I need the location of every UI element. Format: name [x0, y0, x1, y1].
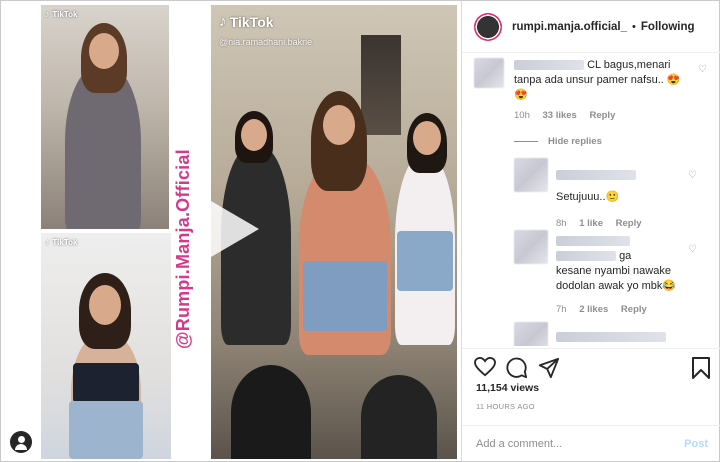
tiktok-note-icon: ♪: [45, 9, 50, 19]
view-count[interactable]: 11,154 views: [476, 382, 539, 394]
comment-meta: 10h 33 likes Reply: [514, 110, 625, 121]
reply-name-blurred[interactable]: [556, 331, 666, 342]
commenter-avatar[interactable]: [474, 58, 504, 88]
like-comment-heart-icon[interactable]: ♡: [698, 64, 707, 75]
reply-reply-button[interactable]: Reply: [616, 218, 642, 229]
comment-text-line2: tanpa ada unsur pamer nafsu.. 😍: [514, 74, 681, 86]
reply-name-blurred[interactable]: [556, 170, 636, 180]
play-icon[interactable]: [211, 201, 259, 257]
dancer-right-shorts: [397, 231, 453, 291]
photo-bottom-left: ♪ TikTok: [41, 233, 171, 459]
watermark-text: @Rumpi.Manja.Official: [173, 149, 193, 349]
reply-text-line3: dodolan awak yo mbk😂: [556, 280, 677, 292]
heart-icon[interactable]: [474, 357, 496, 377]
comment-likes[interactable]: 33 likes: [543, 110, 577, 121]
post-timestamp: 11 HOURS AGO: [476, 402, 535, 411]
commenter-name-blurred[interactable]: [514, 60, 584, 71]
dancer-left-face: [241, 119, 267, 151]
divider: [514, 141, 538, 142]
tiktok-badge: ♪ TikTok: [45, 9, 78, 19]
reply-text-line1: ga: [619, 250, 632, 262]
header-separator: •: [632, 20, 636, 33]
reply-time: 8h: [556, 218, 567, 229]
black-top: [73, 363, 139, 403]
reply-likes[interactable]: 2 likes: [579, 304, 608, 315]
dancer-right-face: [413, 121, 441, 155]
dancer-center-face: [323, 105, 355, 145]
reply-meta: 7h 2 likes Reply: [556, 304, 657, 315]
tiktok-note-icon: ♪: [219, 13, 227, 30]
account-avatar[interactable]: [474, 12, 502, 41]
share-icon[interactable]: [538, 357, 560, 379]
reply-name-blurred[interactable]: [556, 236, 630, 247]
reply-body: ga kesane nyambi nawake dodolan awak yo …: [556, 234, 706, 294]
post-actions-bar: [462, 348, 720, 384]
following-button[interactable]: Following: [641, 21, 695, 33]
audience-head-right: [361, 375, 437, 459]
denim-shorts: [69, 401, 143, 459]
reply-avatar[interactable]: [514, 158, 548, 192]
comment-input[interactable]: Add a comment...: [476, 438, 562, 450]
reply-text: Setujuuu..🙂: [556, 191, 620, 203]
comment-text-line1: CL bagus,menari: [587, 59, 671, 71]
comment-text-line3: 😍: [514, 89, 528, 101]
comments-list[interactable]: CL bagus,menari tanpa ada unsur pamer na…: [462, 54, 720, 346]
ceiling-lamp: [361, 35, 401, 135]
photo-top-left: ♪ TikTok: [41, 5, 169, 229]
reply-time: 7h: [556, 304, 567, 315]
reply-likes[interactable]: 1 like: [579, 218, 603, 229]
post-header: rumpi.manja.official_ • Following: [462, 1, 720, 53]
comment-body: CL bagus,menari tanpa ada unsur pamer na…: [514, 58, 714, 103]
hide-replies-button[interactable]: Hide replies: [514, 136, 602, 147]
tiktok-badge: ♪ TikTok: [219, 13, 274, 30]
like-reply-heart-icon[interactable]: ♡: [688, 170, 697, 181]
reply-meta: 8h 1 like Reply: [556, 218, 652, 229]
person-face: [89, 33, 119, 69]
like-reply-heart-icon[interactable]: ♡: [688, 244, 697, 255]
post-media[interactable]: ♪ TikTok ♪ TikTok ♪ TikTok @nia.ramadhan…: [1, 1, 460, 461]
reply-name-blurred: [556, 251, 616, 262]
reply-reply-button[interactable]: Reply: [621, 304, 647, 315]
account-username[interactable]: rumpi.manja.official_: [512, 21, 627, 33]
audience-head-left: [231, 365, 311, 459]
person-face: [89, 285, 121, 325]
tiktok-badge: ♪ TikTok: [45, 237, 78, 247]
reply-avatar[interactable]: [514, 322, 548, 346]
post-comment-button[interactable]: Post: [684, 438, 708, 450]
comment-time: 10h: [514, 110, 530, 121]
post-side-panel: rumpi.manja.official_ • Following CL bag…: [461, 1, 720, 461]
comment-icon[interactable]: [506, 357, 528, 379]
tiktok-note-icon: ♪: [45, 237, 50, 247]
reply-avatar[interactable]: [514, 230, 548, 264]
reply-body: [556, 328, 666, 346]
comment-reply-button[interactable]: Reply: [589, 110, 615, 121]
tiktok-handle: @nia.ramadhani.bakrie: [219, 37, 313, 47]
bookmark-icon[interactable]: [692, 357, 710, 379]
add-comment-section: Add a comment... Post: [462, 425, 720, 461]
user-icon[interactable]: [10, 431, 32, 453]
dancer-center-shorts: [303, 261, 387, 331]
reply-text-line2: kesane nyambi nawake: [556, 265, 671, 277]
